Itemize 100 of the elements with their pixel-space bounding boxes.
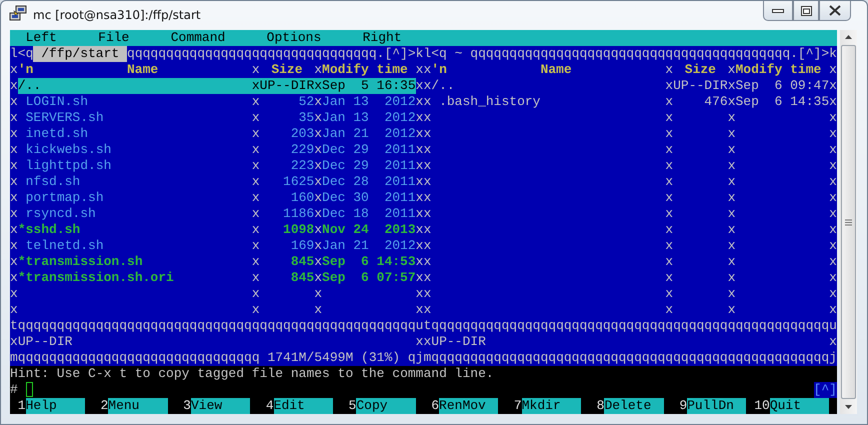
file-size: 160 xyxy=(290,190,314,206)
panel-border-text: x xyxy=(423,190,432,206)
panel-border-text: x xyxy=(829,110,837,126)
close-button[interactable] xyxy=(819,1,851,21)
function-key-button[interactable]: PullDn xyxy=(687,398,746,414)
key-number: 8 xyxy=(596,398,604,414)
file-date: Sep 6 14:35 xyxy=(736,94,830,110)
panel-border-text: x xyxy=(665,286,674,302)
panel-border-text: x xyxy=(252,126,260,142)
history-button[interactable]: [^] xyxy=(814,382,837,398)
panel-border-text: x xyxy=(252,190,260,206)
panel-border-text: x xyxy=(314,254,322,270)
panel-border-text: x xyxy=(416,158,424,174)
file-name[interactable]: inetd.sh xyxy=(18,126,252,142)
panel-border-text: x xyxy=(423,222,432,238)
key-number: 6 xyxy=(430,398,440,414)
disk-usage-text: 1741M/5499M (31%) xyxy=(266,350,402,366)
panel-border-text: mqqqqqqqqqqqqqqqqqqqqqqqqqqqqqqq xyxy=(10,350,260,366)
panel-border-text: x xyxy=(665,174,674,190)
file-name[interactable]: telnetd.sh xyxy=(18,238,252,254)
file-name[interactable]: kickwebs.sh xyxy=(18,142,252,158)
panel-border-text: x xyxy=(252,62,260,78)
file-name[interactable]: /.. xyxy=(431,78,666,94)
file-size: UP--DIR xyxy=(260,78,314,94)
file-name[interactable]: /.. xyxy=(18,78,252,94)
panel-border-text: x xyxy=(423,206,432,222)
panel-border-text: x xyxy=(252,110,260,126)
panel-border-text: .[^]>k xyxy=(790,46,837,62)
panel-border-text: x xyxy=(665,222,674,238)
function-key-button[interactable]: Edit xyxy=(274,398,333,414)
panel-border-text: x xyxy=(423,254,432,270)
file-name[interactable]: portmap.sh xyxy=(18,190,252,206)
panel-border-text: x xyxy=(829,62,837,78)
panel-border-text: x xyxy=(665,158,674,174)
file-name[interactable]: *transmission.sh.ori xyxy=(18,270,252,286)
panel-border-text: x xyxy=(665,270,674,286)
panel-path[interactable]: /ffp/start xyxy=(33,46,128,62)
file-name[interactable]: lighttpd.sh xyxy=(18,158,252,174)
panel-border-text: x xyxy=(314,190,322,206)
menu-item[interactable]: Right xyxy=(362,30,402,46)
panel-border-text: x xyxy=(665,94,674,110)
panel-border-text: x xyxy=(423,94,432,110)
panel-border-text: x xyxy=(829,270,837,286)
menu-item[interactable]: Left xyxy=(26,30,57,46)
menu-item[interactable]: Options xyxy=(266,30,322,46)
panel-border-text: x xyxy=(10,286,18,302)
function-key-button[interactable]: Mkdir xyxy=(522,398,582,414)
panel-border-text: x xyxy=(10,174,18,190)
file-date: Dec 30 2011 xyxy=(322,190,416,206)
panel-border-text: x xyxy=(728,238,736,254)
panel-border-text: x xyxy=(314,222,322,238)
panel-border-text: x xyxy=(416,270,424,286)
panel-border-text: x xyxy=(728,286,736,302)
file-name[interactable]: rsyncd.sh xyxy=(18,206,252,222)
column-header: Modify time xyxy=(322,62,409,78)
prompt-symbol: # xyxy=(10,382,18,398)
file-name[interactable]: SERVERS.sh xyxy=(18,110,252,126)
panel-border-text: x xyxy=(416,286,424,302)
file-size: 1186 xyxy=(282,206,314,222)
file-size: 1098 xyxy=(282,222,314,238)
panel-border-text: x xyxy=(665,302,674,318)
menu-item[interactable]: File xyxy=(98,30,130,46)
panel-border-text: x xyxy=(314,158,322,174)
panel-border-text: x xyxy=(829,126,837,142)
file-size: 476 xyxy=(703,94,728,110)
panel-border-text: x xyxy=(10,158,18,174)
key-number: 3 xyxy=(182,398,191,414)
file-size: 223 xyxy=(290,158,314,174)
scrollbar-thumb[interactable] xyxy=(840,45,856,399)
panel-border-text: x xyxy=(728,158,736,174)
file-date: Jan 21 2012 xyxy=(322,126,416,142)
panel-border-text: x xyxy=(665,238,674,254)
panel-path[interactable]: ~ xyxy=(446,46,470,62)
function-key-button[interactable]: Quit xyxy=(770,398,830,414)
maximize-icon xyxy=(800,6,812,16)
function-key-button[interactable]: Help xyxy=(26,398,85,414)
panel-border-text: l<q xyxy=(423,46,447,62)
minimize-button[interactable] xyxy=(763,1,793,21)
function-key-button[interactable]: Menu xyxy=(108,398,168,414)
file-name[interactable]: *sshd.sh xyxy=(18,222,252,238)
file-name[interactable]: nfsd.sh xyxy=(18,174,252,190)
function-key-button[interactable]: Delete xyxy=(604,398,664,414)
file-name[interactable]: .bash_history xyxy=(431,94,666,110)
file-name[interactable]: *transmission.sh xyxy=(18,254,252,270)
panel-border-text: x xyxy=(314,110,322,126)
panel-border-text: x xyxy=(416,110,424,126)
maximize-button[interactable] xyxy=(793,1,819,21)
panel-border-text: qqqqqqqqqqqqqqqqqqqqqqqqqqqqqqqqqqqqqqqqq xyxy=(470,46,790,62)
function-key-button[interactable]: Copy xyxy=(356,398,416,414)
function-key-button[interactable]: View xyxy=(190,398,250,414)
function-key-button[interactable]: RenMov xyxy=(439,398,498,414)
panel-border-text: x xyxy=(829,302,837,318)
panel-border-text: x xyxy=(829,190,837,206)
file-size: 229 xyxy=(290,142,314,158)
panel-border-text: x xyxy=(423,126,432,142)
column-header: Size xyxy=(270,62,304,78)
menu-item[interactable]: Command xyxy=(170,30,226,46)
panel-border-text: x xyxy=(423,302,432,318)
column-header: Size xyxy=(684,62,717,78)
file-name[interactable]: LOGIN.sh xyxy=(18,94,252,110)
